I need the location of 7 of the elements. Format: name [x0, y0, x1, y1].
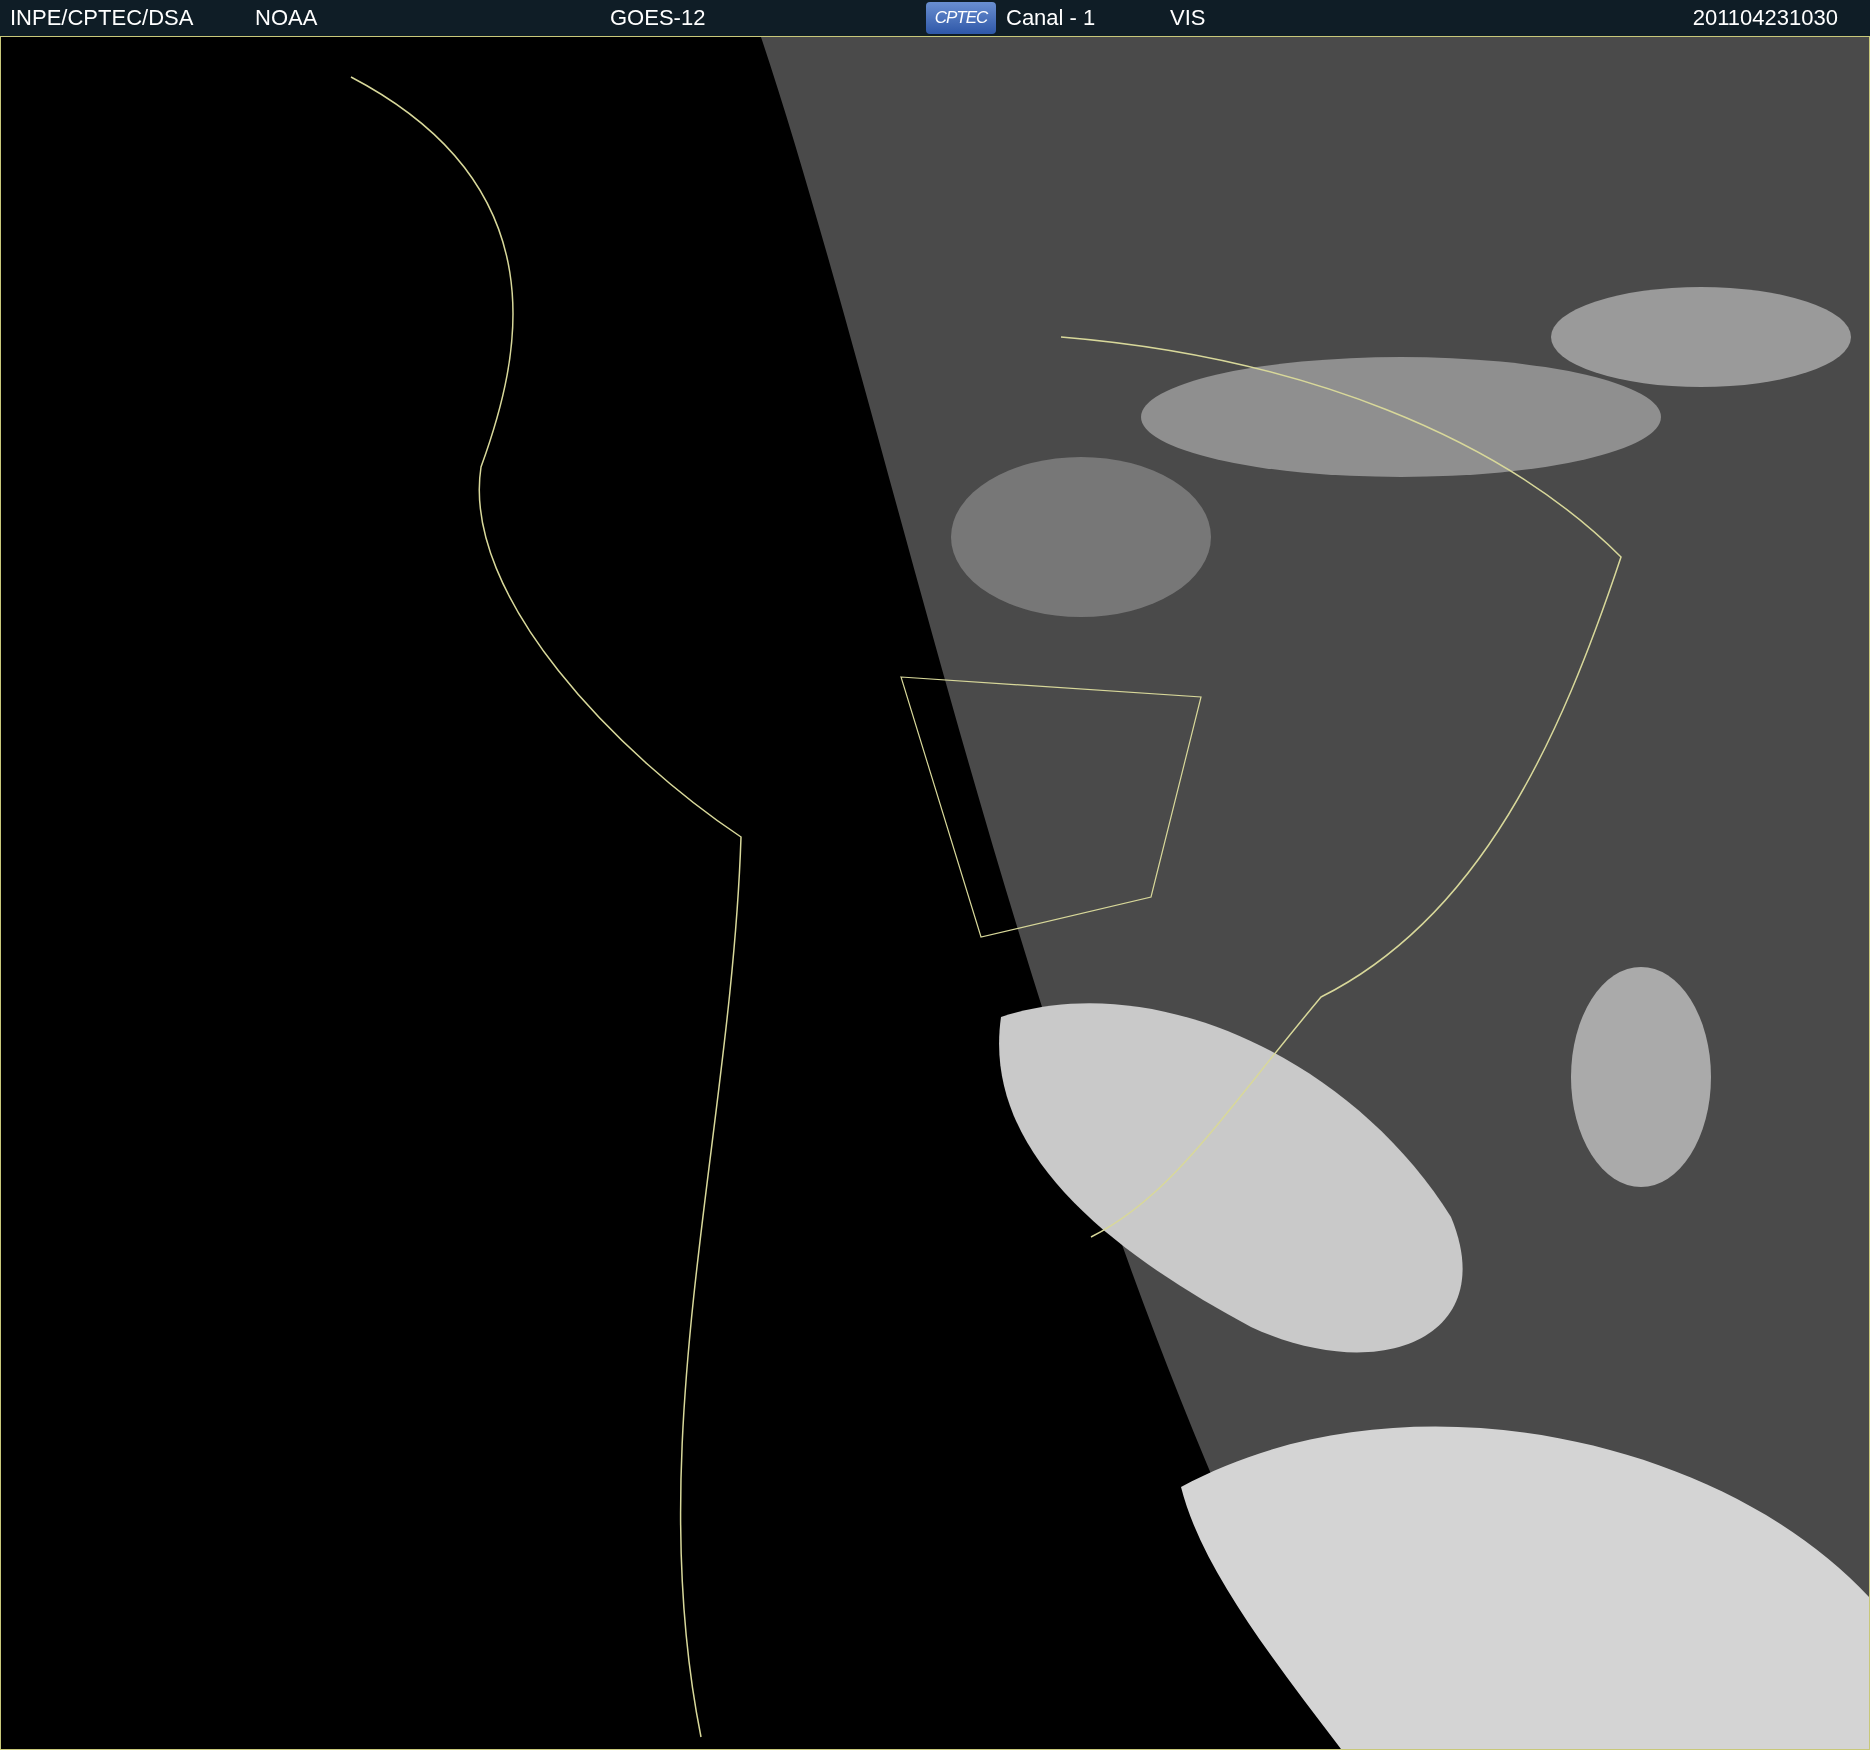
header-label: GOES-12: [610, 5, 706, 31]
header-label: INPE/CPTEC/DSA: [10, 5, 194, 31]
header-label: Canal - 1: [1006, 5, 1096, 31]
header-label: 201104231030: [1692, 5, 1839, 31]
header-label: VIS: [1170, 5, 1206, 31]
logo: CPTEC: [926, 2, 996, 34]
header-label: NOAA: [255, 5, 318, 31]
